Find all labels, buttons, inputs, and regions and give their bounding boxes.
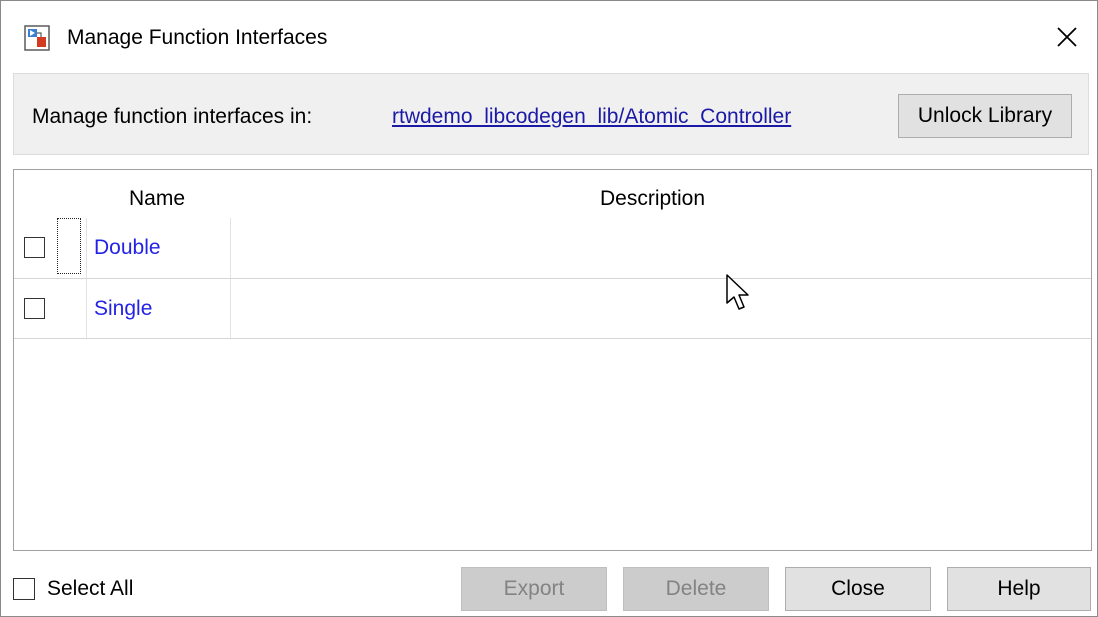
simulink-app-icon xyxy=(24,25,50,51)
column-header-name[interactable]: Name xyxy=(129,186,185,212)
row-checkbox-single[interactable] xyxy=(24,298,45,319)
row-checkbox-double[interactable] xyxy=(24,237,45,258)
row-divider xyxy=(14,278,1091,279)
library-path-link[interactable]: rtwdemo_libcodegen_lib/Atomic_Controller xyxy=(392,104,791,130)
close-button[interactable]: Close xyxy=(785,567,931,611)
delete-button[interactable]: Delete xyxy=(623,567,769,611)
export-button[interactable]: Export xyxy=(461,567,607,611)
close-icon[interactable] xyxy=(1047,17,1087,57)
location-label: Manage function interfaces in: xyxy=(32,105,313,128)
function-name-double[interactable]: Double xyxy=(94,235,161,261)
manage-function-interfaces-dialog: Manage Function Interfaces Manage functi… xyxy=(0,0,1098,617)
function-name-single[interactable]: Single xyxy=(94,296,152,322)
unlock-library-button[interactable]: Unlock Library xyxy=(898,94,1072,138)
title-bar: Manage Function Interfaces xyxy=(1,1,1097,73)
row-divider xyxy=(14,338,1091,339)
select-all-checkbox[interactable] xyxy=(13,578,35,600)
help-button[interactable]: Help xyxy=(947,567,1091,611)
select-all-label[interactable]: Select All xyxy=(47,576,133,602)
focus-indicator xyxy=(57,218,81,274)
location-bar: Manage function interfaces in: rtwdemo_l… xyxy=(13,73,1089,155)
column-header-description[interactable]: Description xyxy=(600,186,705,212)
mouse-pointer-icon xyxy=(726,274,749,310)
window-title: Manage Function Interfaces xyxy=(67,26,328,49)
interfaces-table: Name Description Double Single xyxy=(13,169,1092,551)
